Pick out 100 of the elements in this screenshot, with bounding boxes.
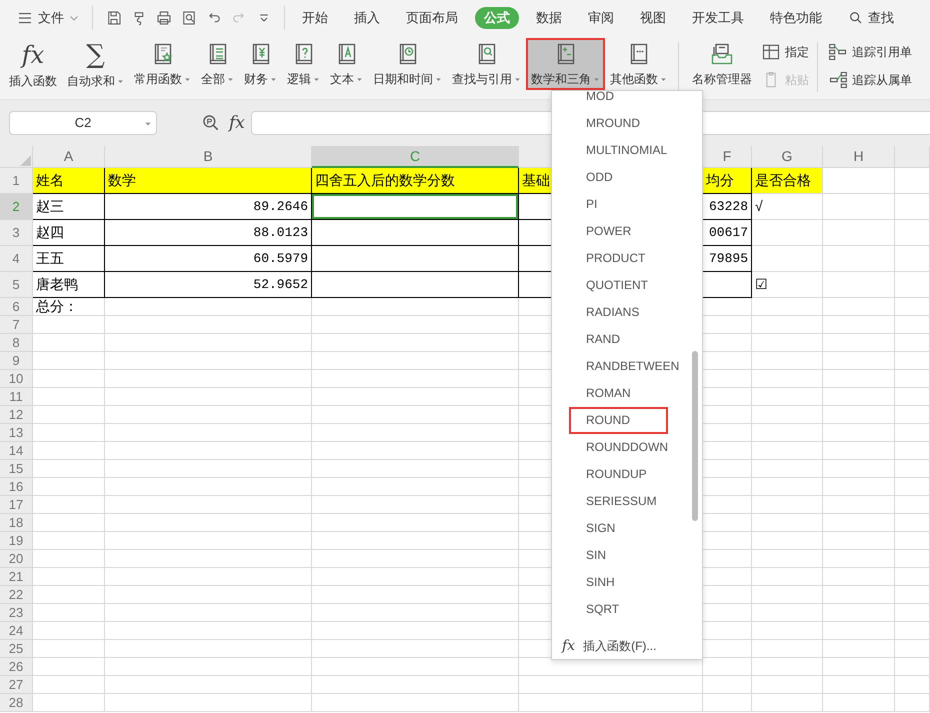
row-header[interactable]: 14: [0, 442, 33, 460]
menu-item[interactable]: MOD: [569, 91, 668, 110]
row-header[interactable]: 9: [0, 352, 33, 370]
menu-item[interactable]: SIN: [569, 542, 668, 569]
grid-cell: [895, 640, 930, 658]
column-header[interactable]: A: [33, 146, 105, 168]
grid-cell: [823, 676, 895, 694]
row-header[interactable]: 24: [0, 622, 33, 640]
grid-cell: [895, 370, 930, 388]
grid-cell: [823, 246, 895, 272]
ribbon-button[interactable]: 常用函数: [129, 38, 196, 90]
ribbon-button[interactable]: fx 插入函数: [4, 38, 62, 90]
trace-dependents-icon: [828, 70, 848, 90]
grid-cell: [895, 220, 930, 246]
ribbon-tab[interactable]: 视图: [631, 7, 675, 29]
ribbon-tab[interactable]: 页面布局: [397, 7, 467, 29]
column-header[interactable]: F: [703, 146, 752, 168]
menu-item[interactable]: SQRT: [569, 596, 668, 623]
ribbon-tab[interactable]: 数据: [527, 7, 571, 29]
row-header[interactable]: 25: [0, 640, 33, 658]
ribbon-button[interactable]: 指定: [757, 40, 813, 64]
menu-item[interactable]: ROMAN: [569, 380, 668, 407]
menu-item[interactable]: ROUNDUP: [569, 461, 668, 488]
grid-cell: [823, 168, 895, 194]
row-header[interactable]: 16: [0, 478, 33, 496]
menu-item[interactable]: QUOTIENT: [569, 272, 668, 299]
ribbon-button[interactable]: 查找与引用: [447, 38, 526, 90]
column-header[interactable]: H: [823, 146, 895, 168]
row-header[interactable]: 19: [0, 532, 33, 550]
row-header[interactable]: 5: [0, 272, 33, 298]
menu-item[interactable]: SINH: [569, 569, 668, 596]
grid-cell: [823, 694, 895, 712]
ribbon-button[interactable]: 全部: [196, 38, 239, 90]
menu-item[interactable]: SERIESSUM: [569, 488, 668, 515]
menu-item[interactable]: POWER: [569, 218, 668, 245]
menu-item[interactable]: ROUNDDOWN: [569, 434, 670, 461]
row-header[interactable]: 28: [0, 694, 33, 712]
row-header[interactable]: 11: [0, 388, 33, 406]
grid-cell: [895, 586, 930, 604]
row-header[interactable]: 21: [0, 568, 33, 586]
menu-item[interactable]: MULTINOMIAL: [569, 137, 670, 164]
menu-item[interactable]: RANDBETWEEN: [569, 353, 682, 380]
grid-cell: [823, 388, 895, 406]
ribbon-button[interactable]: 日期和时间: [368, 38, 447, 90]
menu-item[interactable]: ROUND: [569, 407, 668, 434]
row-header[interactable]: 3: [0, 220, 33, 246]
ribbon-button[interactable]: 数学和三角: [526, 38, 605, 90]
menu-item[interactable]: MROUND: [569, 110, 668, 137]
ribbon-tab[interactable]: 开始: [293, 7, 337, 29]
ribbon-button[interactable]: ∑ 自动求和: [62, 38, 129, 90]
grid-cell: [895, 352, 930, 370]
caret-icon: [514, 76, 521, 82]
ribbon-tab[interactable]: 插入: [345, 7, 389, 29]
row-header[interactable]: 1: [0, 168, 33, 194]
menu-item[interactable]: RADIANS: [569, 299, 668, 326]
row-header[interactable]: 4: [0, 246, 33, 272]
ribbon-tab[interactable]: 审阅: [579, 7, 623, 29]
grid-cell: [823, 622, 895, 640]
grid-cell: [895, 424, 930, 442]
row-header[interactable]: 26: [0, 658, 33, 676]
grid-cell: [823, 460, 895, 478]
ribbon-button[interactable]: 追踪引用单: [824, 40, 916, 64]
file-menu-button[interactable]: 文件: [12, 6, 84, 30]
column-header[interactable]: B: [105, 146, 312, 168]
ribbon-button[interactable]: 财务: [239, 38, 282, 90]
row-header[interactable]: 22: [0, 586, 33, 604]
insert-function-button[interactable]: fx 插入函数(F)...: [554, 632, 704, 659]
ribbon-button[interactable]: 其他函数: [605, 38, 672, 90]
scrollbar-thumb[interactable]: [692, 351, 698, 521]
search-button[interactable]: 查找: [839, 7, 903, 29]
grid-cell: [823, 442, 895, 460]
row-header[interactable]: 15: [0, 460, 33, 478]
menu-item[interactable]: SIGN: [569, 515, 668, 542]
ribbon-tab[interactable]: 特色功能: [761, 7, 831, 29]
row-header[interactable]: 6: [0, 298, 33, 316]
ribbon-button[interactable]: 名称管理器: [687, 38, 757, 90]
name-box[interactable]: C2: [9, 111, 157, 135]
row-header[interactable]: 17: [0, 496, 33, 514]
ribbon-button[interactable]: 逻辑: [282, 38, 325, 90]
row-header[interactable]: 27: [0, 676, 33, 694]
active-cell[interactable]: [312, 194, 519, 220]
menu-item[interactable]: RAND: [569, 326, 668, 353]
table-cell: ☑: [752, 272, 823, 298]
ribbon-button[interactable]: 追踪从属单: [824, 68, 916, 92]
sum-icon: ∑: [86, 42, 105, 68]
row-header[interactable]: 20: [0, 550, 33, 568]
ribbon-button[interactable]: 文本: [325, 38, 368, 90]
row-header[interactable]: 7: [0, 316, 33, 334]
row-header[interactable]: 13: [0, 424, 33, 442]
ribbon-tab[interactable]: 开发工具: [683, 7, 753, 29]
menu-item[interactable]: PI: [569, 191, 668, 218]
row-header[interactable]: 10: [0, 370, 33, 388]
row-header[interactable]: 12: [0, 406, 33, 424]
row-header[interactable]: 18: [0, 514, 33, 532]
function-icon: fx: [22, 42, 44, 68]
row-header[interactable]: 8: [0, 334, 33, 352]
row-header[interactable]: 23: [0, 604, 33, 622]
grid-cell: [895, 168, 930, 194]
menu-item[interactable]: PRODUCT: [569, 245, 668, 272]
column-header[interactable]: G: [752, 146, 823, 168]
